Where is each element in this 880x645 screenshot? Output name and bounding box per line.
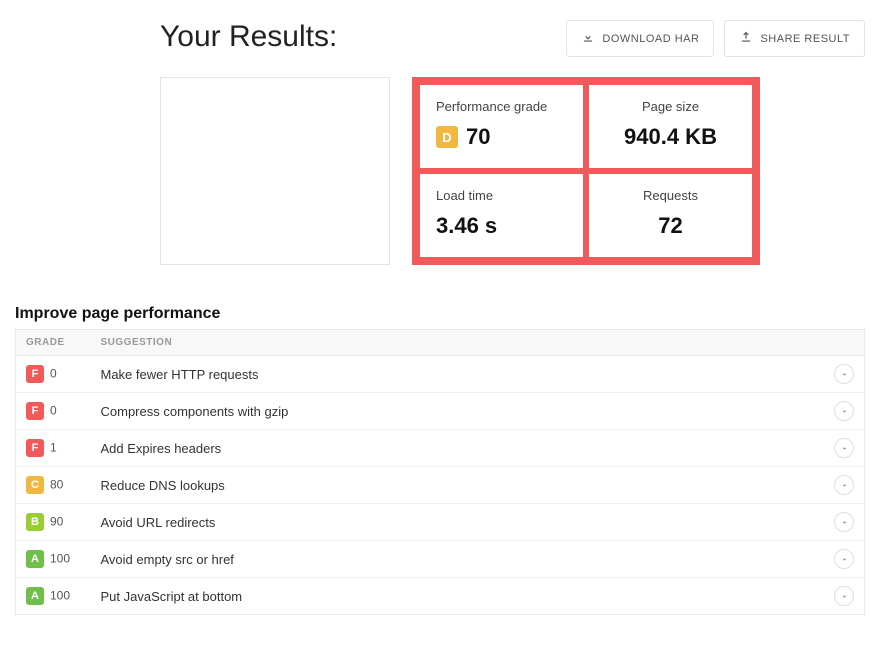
grade-score: 1 [50, 440, 57, 454]
table-row[interactable]: F0 Compress components with gzip [16, 393, 865, 430]
chevron-down-icon [840, 589, 849, 604]
grade-badge: D [436, 126, 458, 148]
chevron-down-icon [840, 478, 849, 493]
grade-score: 80 [50, 477, 63, 491]
load-time-value: 3.46 s [436, 213, 567, 239]
expand-row-button[interactable] [834, 549, 854, 569]
chevron-down-icon [840, 552, 849, 567]
page-size-value: 940.4 KB [605, 124, 736, 150]
page-title: Your Results: [160, 20, 556, 54]
expand-row-button[interactable] [834, 586, 854, 606]
grade-score: 100 [50, 588, 70, 602]
stats-panel: Performance grade D 70 Page size 940.4 K… [412, 77, 760, 265]
col-header-suggestion: SUGGESTION [91, 330, 825, 356]
suggestion-text: Put JavaScript at bottom [91, 578, 825, 615]
grade-badge: B [26, 513, 44, 531]
col-header-grade: GRADE [16, 330, 91, 356]
grade-badge: F [26, 365, 44, 383]
suggestion-text: Reduce DNS lookups [91, 467, 825, 504]
grade-badge: A [26, 587, 44, 605]
suggestion-text: Avoid empty src or href [91, 541, 825, 578]
chevron-down-icon [840, 404, 849, 419]
grade-score: 90 [50, 514, 63, 528]
share-result-button[interactable]: SHARE RESULT [724, 20, 865, 57]
grade-badge: F [26, 402, 44, 420]
download-har-button[interactable]: DOWNLOAD HAR [566, 20, 714, 57]
table-row[interactable]: F0 Make fewer HTTP requests [16, 356, 865, 393]
expand-row-button[interactable] [834, 401, 854, 421]
grade-score: 0 [50, 403, 57, 417]
stat-label: Requests [605, 188, 736, 203]
grade-badge: C [26, 476, 44, 494]
stat-performance-grade: Performance grade D 70 [420, 85, 583, 168]
download-icon [581, 30, 595, 47]
grade-badge: F [26, 439, 44, 457]
table-row[interactable]: C 80 Reduce DNS lookups [16, 467, 865, 504]
table-row[interactable]: A 100 Avoid empty src or href [16, 541, 865, 578]
suggestion-text: Add Expires headers [91, 430, 825, 467]
expand-row-button[interactable] [834, 512, 854, 532]
chevron-down-icon [840, 515, 849, 530]
suggestion-text: Compress components with gzip [91, 393, 825, 430]
stat-load-time: Load time 3.46 s [420, 174, 583, 257]
expand-row-button[interactable] [834, 364, 854, 384]
table-row[interactable]: F1 Add Expires headers [16, 430, 865, 467]
grade-score: 100 [50, 551, 70, 565]
download-har-label: DOWNLOAD HAR [602, 33, 699, 45]
section-title: Improve page performance [15, 305, 865, 323]
table-row[interactable]: A 100 Put JavaScript at bottom [16, 578, 865, 615]
stat-label: Load time [436, 188, 567, 203]
page-preview-thumbnail [160, 77, 390, 265]
stat-label: Page size [605, 99, 736, 114]
share-icon [739, 30, 753, 47]
share-result-label: SHARE RESULT [760, 33, 850, 45]
performance-table: GRADE SUGGESTION F0Make fewer HTTP reque… [15, 329, 865, 615]
chevron-down-icon [840, 367, 849, 382]
chevron-down-icon [840, 441, 849, 456]
stat-page-size: Page size 940.4 KB [589, 85, 752, 168]
requests-value: 72 [605, 213, 736, 239]
grade-badge: A [26, 550, 44, 568]
stat-requests: Requests 72 [589, 174, 752, 257]
expand-row-button[interactable] [834, 475, 854, 495]
suggestion-text: Make fewer HTTP requests [91, 356, 825, 393]
table-row[interactable]: B 90 Avoid URL redirects [16, 504, 865, 541]
expand-row-button[interactable] [834, 438, 854, 458]
suggestion-text: Avoid URL redirects [91, 504, 825, 541]
grade-score: 0 [50, 366, 57, 380]
performance-score: 70 [466, 124, 490, 150]
stat-label: Performance grade [436, 99, 567, 114]
